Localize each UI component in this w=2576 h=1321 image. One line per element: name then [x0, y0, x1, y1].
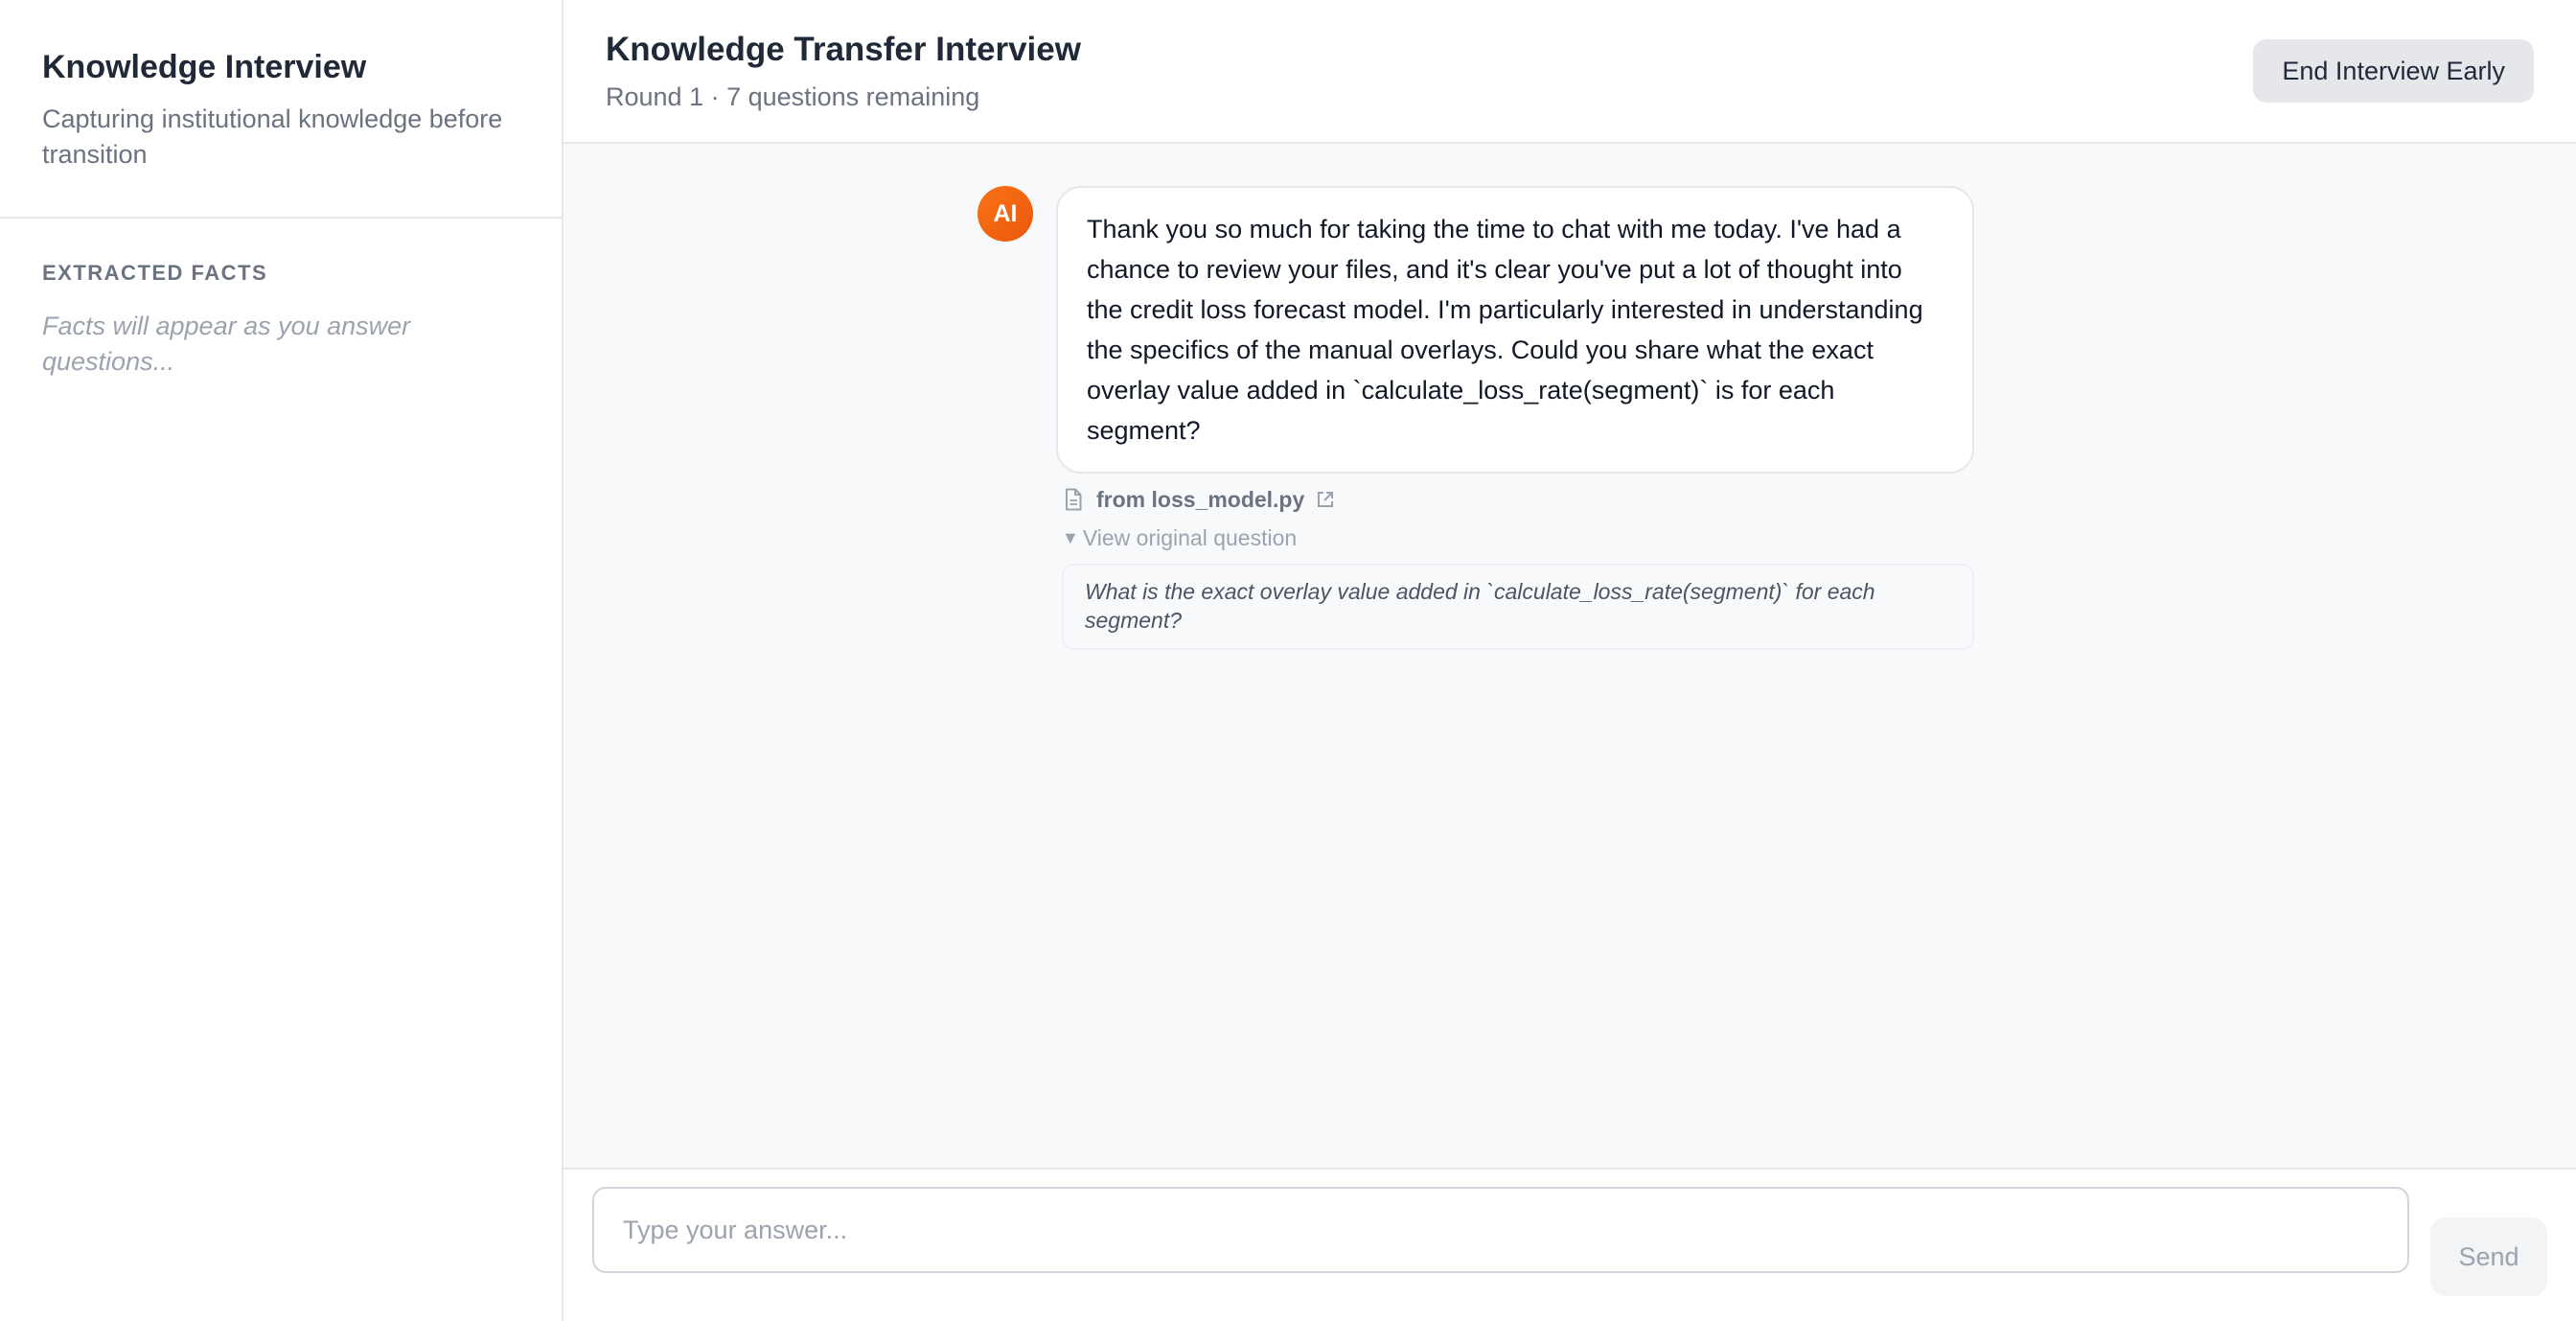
sidebar-title: Knowledge Interview — [42, 49, 367, 85]
source-file-link[interactable]: from loss_model.py — [1064, 485, 1974, 514]
main-panel: Knowledge Transfer Interview Round 1 · 7… — [564, 0, 2576, 1321]
view-original-question-toggle[interactable]: ▼ View original question — [1062, 523, 1974, 552]
app: Knowledge Interview Capturing institutio… — [0, 0, 2576, 1321]
answer-input[interactable] — [592, 1187, 2409, 1273]
end-interview-button[interactable]: End Interview Early — [2253, 39, 2534, 103]
header-text: Knowledge Transfer Interview Round 1 · 7… — [606, 29, 1081, 113]
original-question: What is the exact overlay value added in… — [1062, 564, 1974, 650]
extracted-facts-heading: EXTRACTED FACTS — [42, 261, 268, 285]
extracted-facts-panel: EXTRACTED FACTS Facts will appear as you… — [0, 219, 562, 422]
round-status: Round 1 · 7 questions remaining — [606, 82, 980, 111]
send-button[interactable]: Send — [2430, 1217, 2547, 1296]
sidebar: Knowledge Interview Capturing institutio… — [0, 0, 564, 1321]
sidebar-subtitle: Capturing institutional knowledge before… — [42, 104, 503, 169]
toggle-label: View original question — [1082, 524, 1298, 550]
source-file-name: from loss_model.py — [1096, 486, 1305, 512]
file-icon — [1066, 488, 1082, 511]
chat-area[interactable]: AI Thank you so much for taking the time… — [564, 144, 2576, 1168]
page-title: Knowledge Transfer Interview — [606, 31, 1081, 68]
message-bubble: Thank you so much for taking the time to… — [1056, 186, 1974, 474]
external-link-icon — [1318, 492, 1334, 507]
extracted-facts-empty-state: Facts will appear as you answer question… — [42, 312, 411, 376]
interview-header: Knowledge Transfer Interview Round 1 · 7… — [564, 0, 2576, 144]
answer-composer: Send — [564, 1168, 2576, 1321]
ai-message: AI Thank you so much for taking the time… — [978, 186, 1974, 650]
avatar: AI — [978, 186, 1033, 242]
caret-down-icon: ▼ — [1062, 527, 1079, 547]
message-content: Thank you so much for taking the time to… — [1056, 186, 1974, 650]
sidebar-header: Knowledge Interview Capturing institutio… — [0, 0, 562, 219]
